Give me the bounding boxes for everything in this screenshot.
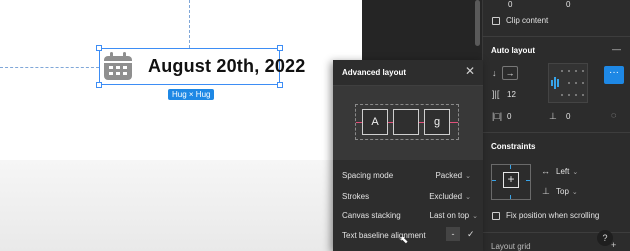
top-constraint-tick[interactable] [510, 165, 511, 169]
strokes-label: Strokes [342, 192, 370, 201]
horizontal-constraint-select[interactable]: Left ⌄ [556, 167, 578, 176]
text-baseline-label: Text baseline alignment [342, 231, 426, 240]
size-badge: Hug × Hug [168, 89, 215, 100]
horizontal-constraint-icon: ↔ [541, 166, 550, 176]
help-button[interactable]: ? [597, 230, 613, 246]
advanced-layout-button[interactable]: ··· [604, 66, 624, 84]
panel-divider [482, 132, 630, 133]
rotation-value[interactable]: 0 [508, 0, 512, 9]
remove-auto-layout-icon[interactable]: — [612, 44, 621, 54]
constraints-title: Constraints [491, 142, 536, 151]
padding-icon: |□| [492, 111, 503, 121]
canvas-stacking-select[interactable]: Last on top ⌄ [430, 211, 478, 220]
constraint-center-icon[interactable]: + [503, 172, 519, 188]
clip-content-checkbox[interactable] [492, 17, 500, 25]
preview-cell: A [362, 109, 388, 135]
left-constraint-tick[interactable] [492, 180, 496, 181]
layout-preview: A g [333, 86, 483, 160]
layout-grid-title: Layout grid [491, 242, 531, 251]
horizontal-direction-icon[interactable]: → [502, 66, 518, 80]
scrollbar-thumb[interactable] [475, 0, 480, 46]
resize-handle-bottom-left[interactable] [96, 82, 102, 88]
preview-frame: A g [355, 104, 459, 140]
fix-position-label: Fix position when scrolling [506, 211, 600, 220]
resize-handle-bottom-right[interactable] [277, 82, 283, 88]
baseline-off-button[interactable]: - [446, 227, 460, 241]
bottom-constraint-tick[interactable] [510, 195, 511, 199]
strokes-select[interactable]: Excluded ⌄ [429, 192, 471, 201]
panel-divider [482, 36, 630, 37]
mouse-cursor-icon: ⬉ [400, 235, 409, 246]
resize-handle-top-right[interactable] [277, 45, 283, 51]
vertical-padding-value[interactable]: 0 [566, 112, 570, 121]
horizontal-guide [0, 67, 99, 68]
spacing-icon: ]|[ [492, 89, 500, 99]
preview-cell [393, 109, 419, 135]
auto-layout-title: Auto layout [491, 46, 535, 55]
canvas-stacking-label: Canvas stacking [342, 211, 401, 220]
vertical-constraint-select[interactable]: Top ⌄ [556, 187, 578, 196]
spacing-value[interactable]: 12 [507, 90, 516, 99]
fix-position-checkbox[interactable] [492, 212, 500, 220]
vertical-guide [189, 0, 190, 48]
clip-content-label: Clip content [506, 16, 549, 25]
date-text[interactable]: August 20th, 2022 [148, 56, 305, 77]
design-canvas[interactable]: August 20th, 2022 Hug × Hug [0, 0, 362, 251]
vertical-constraint-icon: ⊥ [542, 186, 550, 196]
popup-title: Advanced layout [342, 68, 407, 77]
spacing-mode-label: Spacing mode [342, 171, 394, 180]
calendar-icon [104, 52, 132, 80]
baseline-on-button[interactable]: ✓ [467, 229, 475, 240]
horizontal-padding-value[interactable]: 0 [507, 112, 511, 121]
advanced-layout-popup: Advanced layout ✕ A g Spacing mode Packe… [333, 60, 483, 251]
individual-padding-icon[interactable]: ◌ [611, 110, 616, 120]
vertical-padding-icon: ⊥ [549, 111, 557, 121]
close-icon[interactable]: ✕ [463, 64, 477, 78]
canvas-shade [0, 160, 362, 251]
right-constraint-tick[interactable] [526, 180, 530, 181]
radius-value[interactable]: 0 [566, 0, 570, 9]
vertical-direction-icon[interactable]: ↓ [492, 68, 497, 78]
preview-cell: g [424, 109, 450, 135]
spacing-mode-select[interactable]: Packed ⌄ [435, 171, 471, 180]
